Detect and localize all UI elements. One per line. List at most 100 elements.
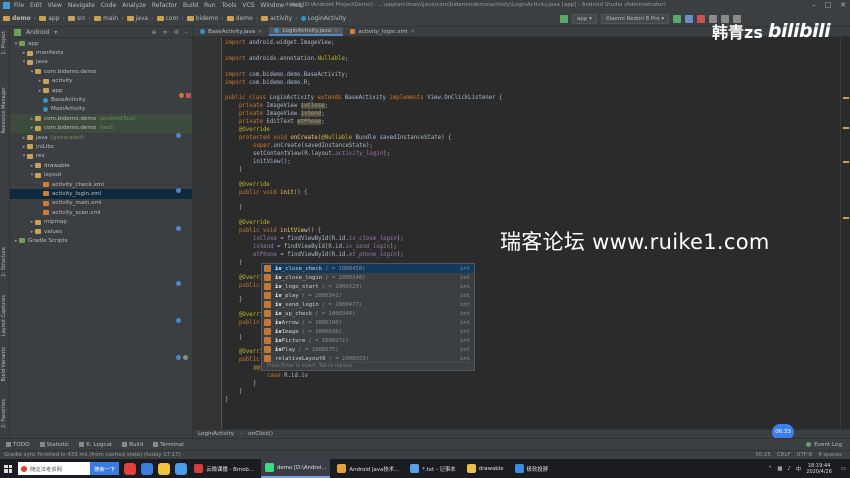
menu-item-code[interactable]: Code [101, 2, 116, 9]
tool-window-button[interactable]: 6: Logcat [79, 442, 112, 448]
locate-icon[interactable]: ⊕ [152, 29, 157, 36]
taskbar-app[interactable]: 极软投屏 [511, 459, 553, 478]
override-icon[interactable] [176, 355, 181, 360]
breadcrumb-item[interactable]: demo › [3, 15, 36, 22]
override-icon[interactable] [176, 318, 181, 323]
warning-marker[interactable] [843, 97, 849, 99]
tool-window-button[interactable]: TODO [6, 442, 30, 448]
completion-item[interactable]: iv_close_check( = 1000450) int [262, 264, 474, 273]
status-message[interactable]: Gradle sync finished in 433 ms (from cac… [4, 452, 181, 458]
weibo-icon[interactable] [124, 462, 137, 475]
chevron-down-icon[interactable]: ▾ [54, 29, 57, 36]
ie-icon[interactable] [175, 462, 188, 475]
completion-item[interactable]: ivArrow( = 1000100) int [262, 318, 474, 327]
taskbar-clock[interactable]: 18:19:44 2020/4/26 [806, 463, 832, 475]
tree-item[interactable]: ▸ activity [10, 77, 192, 86]
class-marker-icon[interactable] [186, 93, 191, 98]
tree-item[interactable]: activity_scan.xml [10, 208, 192, 217]
tree-item[interactable]: activity_check.xml [10, 180, 192, 189]
status-item[interactable]: UTF-8 [797, 452, 813, 458]
menu-item-analyze[interactable]: Analyze [122, 2, 146, 9]
menu-item-vcs[interactable]: VCS [242, 2, 254, 9]
volume-icon[interactable]: ♪ [787, 466, 790, 472]
tree-item[interactable]: ▾ res [10, 152, 192, 161]
menu-item-window[interactable]: Window [261, 2, 285, 9]
override-icon[interactable] [176, 226, 181, 231]
tool-window-button[interactable]: Terminal [153, 442, 184, 448]
breadcrumb-item[interactable]: app › [39, 15, 65, 22]
tree-item[interactable]: ▸ manifests [10, 48, 192, 57]
status-item[interactable]: CRLF [777, 452, 791, 458]
tool-window-button[interactable]: Statistic [39, 442, 69, 448]
device-select[interactable]: Xiaomi Redmi 8 Pro ▾ [600, 13, 670, 24]
implements-icon[interactable] [179, 93, 184, 98]
tool-tab-favorites[interactable]: 2: Favorites [1, 399, 7, 428]
override-icon[interactable] [176, 188, 181, 193]
completion-item[interactable]: ivPicture( = 1000271) int [262, 336, 474, 345]
close-icon[interactable]: ✕ [840, 1, 846, 9]
completion-item[interactable]: ivImage( = 1000026) int [262, 327, 474, 336]
override-icon[interactable] [176, 281, 181, 286]
hide-icon[interactable]: – [185, 29, 188, 36]
completion-item[interactable]: ivPlay( = 1000575) int [262, 345, 474, 354]
taskbar-app[interactable]: 云微课播 - Bmob... [190, 459, 258, 478]
run-icon[interactable] [673, 14, 682, 23]
taskbar-app[interactable]: Android Java技术... [333, 459, 403, 478]
collapse-icon[interactable]: ≑ [163, 29, 168, 36]
status-item[interactable]: 50:25 [755, 452, 771, 458]
menu-item-run[interactable]: Run [204, 2, 216, 9]
event-log-button[interactable]: Event Log [806, 442, 842, 448]
tree-item[interactable]: ▾ com.bidemo.demo [10, 67, 192, 76]
breadcrumb-item[interactable]: src › [67, 15, 91, 22]
menu-item-file[interactable]: File [14, 2, 24, 9]
editor-scrollbar[interactable] [840, 37, 850, 429]
tool-tab-structure[interactable]: 2: Structure [1, 247, 7, 277]
taskbar-search-input[interactable]: 随这法考资网 [18, 462, 90, 475]
tool-tab-project[interactable]: 1: Project [1, 31, 7, 55]
tree-item[interactable]: MainActivity [10, 105, 192, 114]
build-icon[interactable] [560, 14, 568, 23]
completion-item[interactable]: iv_play( = 1000341) int [262, 291, 474, 300]
tree-item[interactable]: ▾ app [10, 39, 192, 48]
taskbar-app[interactable]: demo [D:\Androi... [260, 459, 331, 478]
menu-item-view[interactable]: View [48, 2, 62, 9]
editor-tab[interactable]: activity_login.xml ✕ [345, 27, 419, 36]
breadcrumb-item[interactable]: com › [156, 15, 184, 22]
gear-icon[interactable]: ⚙ [174, 29, 179, 36]
close-icon[interactable]: ✕ [334, 28, 338, 34]
run-config-select[interactable]: app ▾ [572, 13, 597, 24]
maximize-icon[interactable]: □ [825, 1, 832, 9]
breadcrumb-item[interactable]: main › [94, 15, 124, 22]
notification-icon[interactable]: ▭ [841, 466, 846, 472]
menu-item-edit[interactable]: Edit [30, 2, 42, 9]
code-completion-popup[interactable]: iv_close_check( = 1000450) int iv_close_lo… [261, 263, 475, 371]
menu-item-build[interactable]: Build [183, 2, 198, 9]
warning-marker[interactable] [843, 217, 849, 219]
tool-tab-resource-manager[interactable]: Resource Manager [1, 87, 7, 133]
completion-item[interactable]: iv_send_login( = 1000477) int [262, 300, 474, 309]
tree-item[interactable]: ▸ app [10, 86, 192, 95]
network-icon[interactable]: ▦ [777, 466, 782, 472]
breadcrumb-item[interactable]: LoginActivity [300, 15, 346, 22]
override-icon[interactable] [176, 133, 181, 138]
browser-icon[interactable] [141, 462, 154, 475]
close-icon[interactable]: ✕ [411, 29, 415, 35]
tool-tab-layout-captures[interactable]: Layout Captures [1, 295, 7, 336]
tree-item[interactable]: activity_main.xml [10, 199, 192, 208]
gear-icon[interactable] [183, 355, 188, 360]
tree-item[interactable]: ▸ com.bidemo.demo (androidTest) [10, 114, 192, 124]
breadcrumb-item[interactable]: activity › [261, 15, 298, 22]
tool-tab-build-variants[interactable]: Build Variants [1, 347, 7, 381]
editor-tab[interactable]: BaseActivity.java ✕ [195, 27, 267, 36]
stop-icon[interactable] [697, 14, 706, 23]
tree-item[interactable]: ▾ java [10, 58, 192, 67]
breadcrumb-method[interactable]: onClick() [248, 431, 273, 437]
project-view-select[interactable]: Android [26, 29, 49, 36]
close-icon[interactable]: ✕ [258, 29, 262, 35]
folder-icon[interactable] [158, 462, 171, 475]
tray-chevron-icon[interactable]: ⌃ [768, 466, 773, 472]
warning-marker[interactable] [843, 161, 849, 163]
tree-item[interactable]: ▾ layout [10, 170, 192, 179]
breadcrumb-item[interactable]: bidemo › [186, 15, 224, 22]
tree-item[interactable]: ▸ Gradle Scripts [10, 236, 192, 245]
